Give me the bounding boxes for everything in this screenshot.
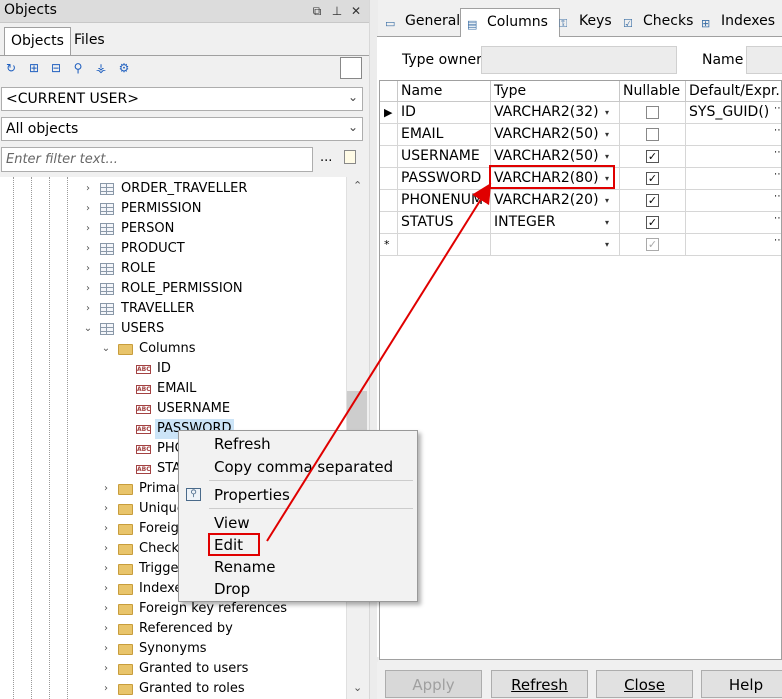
arrow-line bbox=[266, 182, 492, 542]
annotation-arrow bbox=[266, 182, 492, 542]
